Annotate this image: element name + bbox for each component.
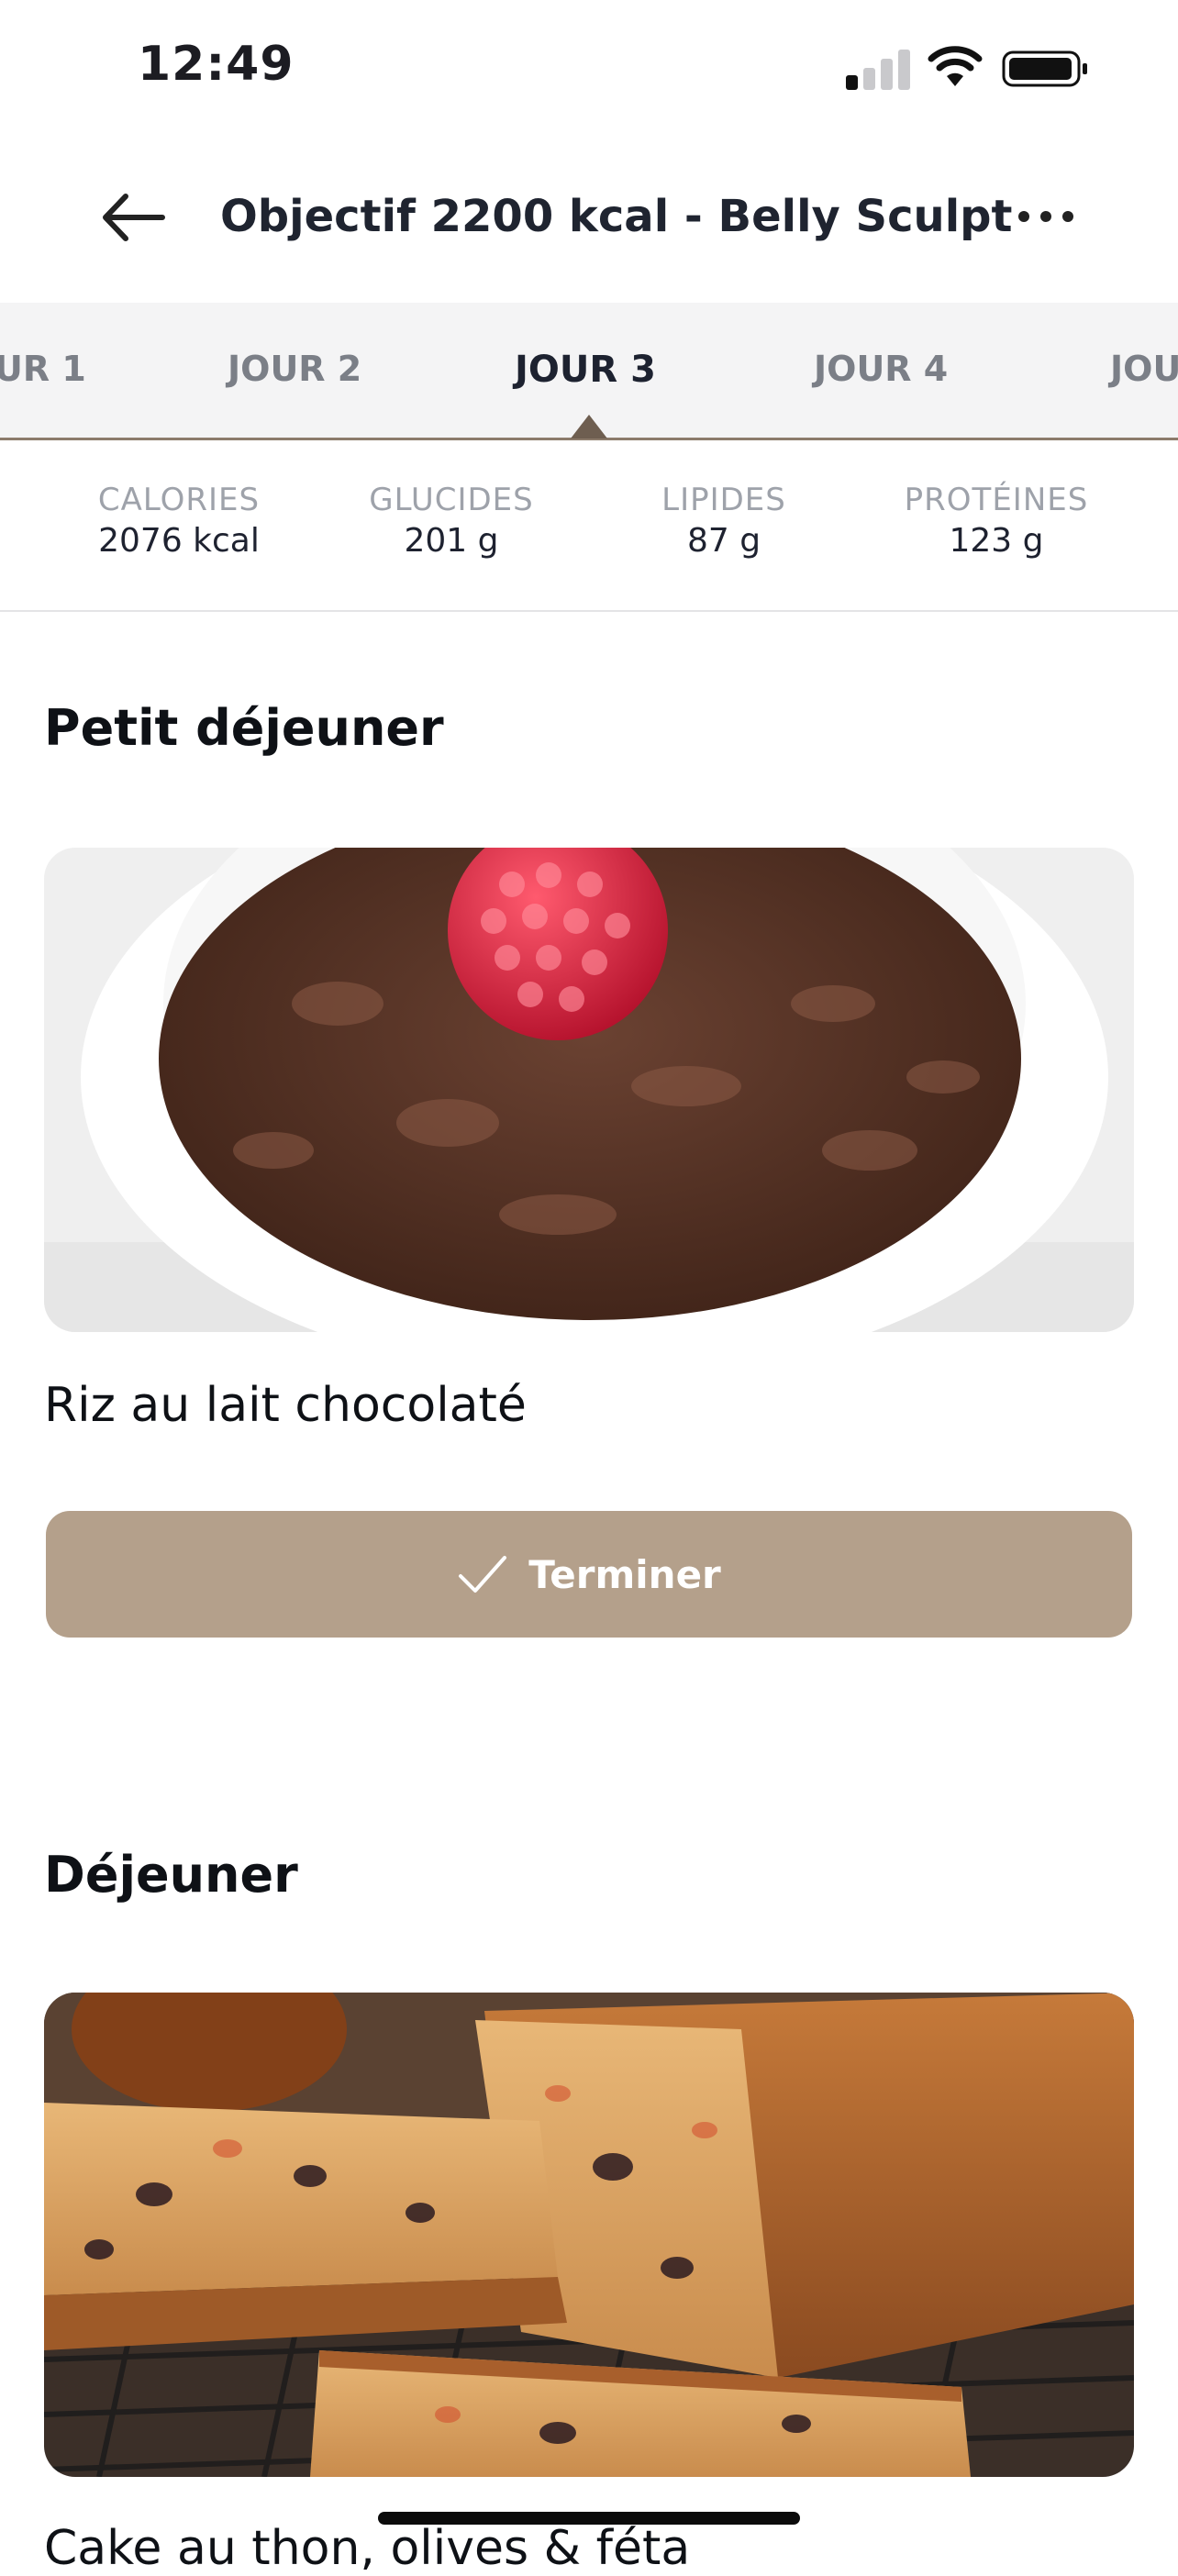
tab-jour-5[interactable]: JOU [1110, 349, 1178, 389]
meal-name-lunch[interactable]: Cake au thon, olives & féta [44, 2521, 690, 2576]
macro-value: 87 g [686, 522, 761, 560]
meal-image-breakfast[interactable] [44, 848, 1134, 1332]
macro-label: CALORIES [97, 482, 261, 518]
cellular-signal-icon [846, 48, 910, 90]
page-title: Objectif 2200 kcal - Belly Sculpt [220, 191, 1013, 242]
status-time: 12:49 [138, 37, 294, 92]
meal-image-lunch[interactable] [44, 1993, 1134, 2477]
status-bar: 12:49 [0, 0, 1178, 138]
macro-summary: CALORIES 2076 kcal GLUCIDES 201 g LIPIDE… [0, 440, 1178, 612]
checkmark-icon [459, 1556, 507, 1593]
macro-label: GLUCIDES [369, 482, 534, 518]
section-title-breakfast: Petit déjeuner [44, 699, 444, 757]
more-options-icon[interactable] [1014, 198, 1078, 235]
meal-name-breakfast[interactable]: Riz au lait chocolaté [44, 1378, 527, 1433]
macro-value: 123 g [949, 522, 1044, 560]
macro-label: PROTÉINES [904, 482, 1089, 518]
macro-label: LIPIDES [661, 482, 786, 518]
header: Objectif 2200 kcal - Belly Sculpt [0, 165, 1178, 266]
macro-calories: CALORIES 2076 kcal [69, 482, 289, 560]
macro-fat: LIPIDES 87 g [614, 482, 834, 560]
active-tab-indicator [571, 415, 607, 439]
battery-icon [1002, 50, 1087, 87]
back-arrow-icon[interactable] [96, 185, 170, 250]
macro-protein: PROTÉINES 123 g [886, 482, 1106, 560]
tab-jour-2[interactable]: JOUR 2 [228, 349, 361, 389]
tab-jour-4[interactable]: JOUR 4 [814, 349, 948, 389]
finish-button[interactable]: Terminer [46, 1511, 1132, 1638]
tab-jour-3[interactable]: JOUR 3 [515, 349, 656, 391]
macro-value: 201 g [404, 522, 499, 560]
macro-value: 2076 kcal [98, 522, 260, 560]
wifi-icon [928, 46, 983, 86]
tab-jour-1[interactable]: UR 1 [0, 349, 86, 389]
macro-carbs: GLUCIDES 201 g [341, 482, 561, 560]
finish-button-label: Terminer [528, 1551, 721, 1597]
section-title-lunch: Déjeuner [44, 1846, 298, 1904]
home-indicator [378, 2512, 800, 2525]
